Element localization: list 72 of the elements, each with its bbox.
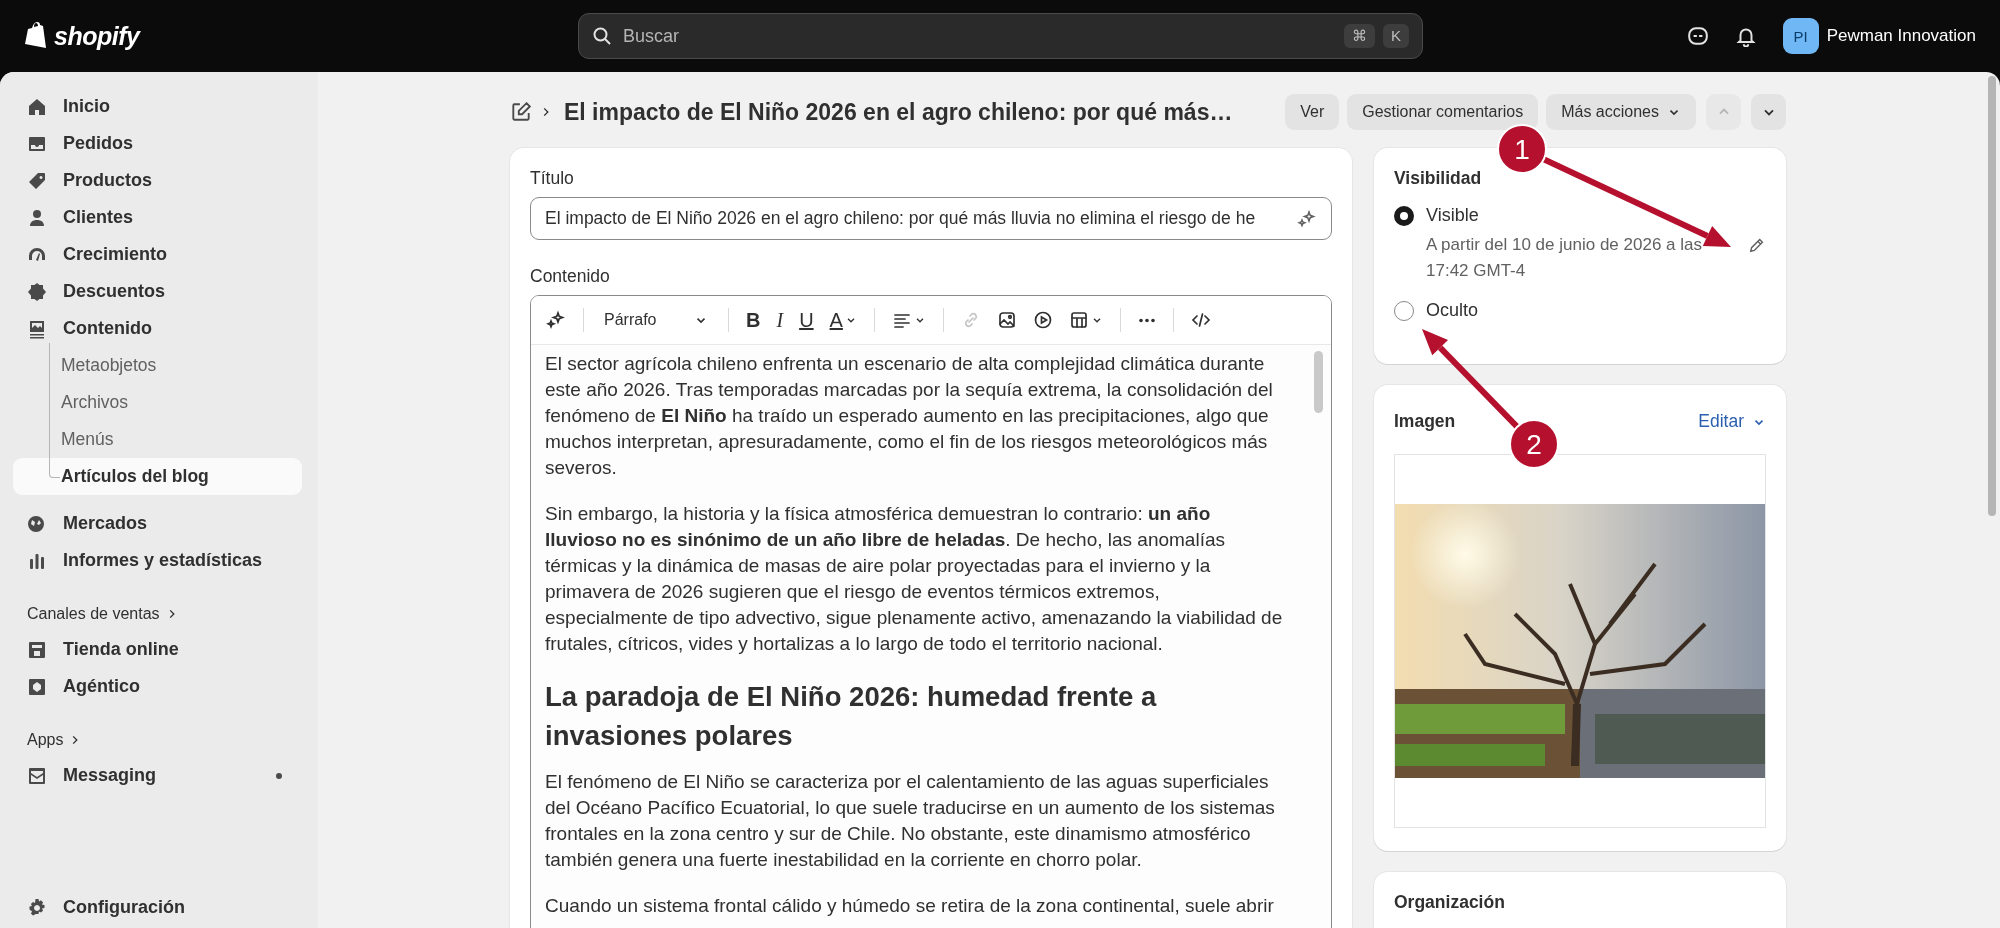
image-frame-icon (27, 318, 47, 339)
more-icon (1137, 317, 1156, 323)
gear-icon (27, 897, 47, 918)
card-title: Imagen (1394, 411, 1456, 432)
sidebar-item[interactable]: Agéntico (13, 668, 302, 705)
store-name[interactable]: Pewman Innovation (1826, 26, 1976, 46)
person-icon (27, 207, 47, 228)
header-button[interactable]: Más acciones (1546, 94, 1696, 130)
sidebar-subitem[interactable]: Menús (13, 421, 302, 458)
radio-label[interactable]: Oculto (1426, 300, 1479, 321)
header-button[interactable]: Gestionar comentarios (1347, 94, 1539, 130)
sidebar-item[interactable]: Tienda online (13, 631, 302, 668)
content-heading: La paradoja de El Niño 2026: humedad frente a invasiones polares (545, 680, 1158, 753)
radio-label[interactable]: Visible (1426, 205, 1479, 226)
code-icon (1190, 310, 1211, 330)
content-paragraph: El sector agrícola chileno enfrenta un escenario de alta complejidad climática durante este año 2026. Tras temporadas marcadas por la sequía extrema, la consolidación del fenómeno de El Niño ha traído un esperado aumento en las precipitaciones, algo que muchos interpretan, apresuradamente, como el fin de los riesgos meteorológicos más severos. (545, 352, 1274, 480)
title-field[interactable]: El impacto de El Niño 2026 en el agro chileno: por qué más lluvia no elimina el riesgo de he (530, 197, 1332, 240)
scrollbar[interactable] (1314, 351, 1323, 413)
schedule-text: A partir del 10 de junio de 2026 a las 17:42 GMT-4 (1426, 234, 1703, 282)
sidebar-subitem[interactable]: Archivos (13, 384, 302, 421)
paragraph-style-select[interactable]: Párrafo (596, 304, 716, 336)
sidebar-item[interactable]: Productos (13, 162, 302, 199)
storefront-icon (27, 639, 47, 660)
sidebar-item[interactable]: Configuración (13, 889, 302, 926)
content-paragraph: Cuando un sistema frontal cálido y húmedo se retira de la zona continental, suele abrir (545, 894, 1275, 918)
image-icon (996, 310, 1017, 330)
node-icon (27, 676, 47, 697)
italic-format-button[interactable]: I (771, 304, 789, 336)
shopping-bag-icon (24, 22, 48, 50)
underline-format-button[interactable]: U (794, 304, 819, 336)
sparkle-icon (1297, 208, 1317, 229)
content-paragraph: Sin embargo, la historia y la física atmosférica demuestran lo contrario: un año lluvioso no es sinónimo de un año libre de heladas. De hecho, las anomalías térmicas y la dinámica de masas de aire polar proyectadas para el invierno y la primavera de 2026 sugieren que el riesgo de eventos térmicos extremos, especialmente de tipo advectivo, sigue plenamente activo, amenazando la viabilidad de frutales, cítricos, vides y hortalizas a lo largo de todo el territorio nacional. (545, 502, 1284, 656)
tag-icon (27, 170, 47, 191)
page-title: El impacto de El Niño 2026 en el agro chileno: por qué más… (564, 98, 1233, 126)
sidebar-subitem[interactable]: Metaobjetos (13, 347, 302, 384)
search-icon (592, 26, 612, 46)
home-icon (27, 96, 47, 117)
edit-link[interactable]: Editar (1698, 411, 1766, 432)
field-label: Título (530, 168, 575, 189)
envelope-icon (27, 765, 47, 786)
callout-badge: 2 (1509, 419, 1559, 469)
sidebar-item[interactable]: Contenido (13, 310, 302, 347)
content-paragraph: El fenómeno de El Niño se caracteriza por el calentamiento de las aguas superficiales del Océano Pacífico Ecuatorial, lo que suele traducirse en un aumento de los sistemas frontales en la zona centro y sur de Chile. No obstante, este dinamismo atmosférico también genera una fuerte inestabilidad en la corriente en chorro polar. (545, 770, 1276, 872)
edit-page-icon (510, 101, 532, 123)
avatar[interactable]: PI (1782, 18, 1819, 54)
scrollbar[interactable] (1988, 76, 1996, 516)
header-button[interactable]: Ver (1285, 94, 1340, 130)
sidebar-subitem[interactable]: Artículos del blog (13, 458, 302, 495)
pencil-icon[interactable] (1748, 236, 1766, 254)
card-title: Visibilidad (1394, 168, 1483, 189)
table-icon (1068, 310, 1089, 330)
radio-button[interactable] (1394, 205, 1414, 226)
sidebar-item[interactable]: Crecimiento (13, 236, 302, 273)
rich-text-editor[interactable] (530, 295, 1332, 928)
play-icon (1032, 310, 1053, 330)
sidebar-section-title[interactable]: Apps (13, 723, 302, 757)
color-format-button[interactable]: A (824, 304, 862, 336)
sidebar-item[interactable]: Informes y estadísticas (13, 542, 302, 579)
sidebar-item[interactable]: Descuentos (13, 273, 302, 310)
logo-text: shopify (54, 21, 140, 51)
sidebar-item[interactable]: Mercados (13, 505, 302, 542)
sidebar-section-title[interactable]: Canales de ventas (13, 597, 302, 631)
callout-badge: 1 (1497, 124, 1547, 174)
sidebar-item[interactable]: Inicio (13, 88, 302, 125)
sparkle-icon (546, 310, 566, 330)
bold-format-button[interactable]: B (741, 304, 766, 336)
sidebar-item[interactable]: Messaging (13, 757, 302, 794)
sidebar-item[interactable]: Clientes (13, 199, 302, 236)
field-label: Contenido (530, 266, 611, 287)
sidebar-item[interactable]: Pedidos (13, 125, 302, 162)
shortcut-key: ⌘ (1344, 24, 1375, 48)
card-title: Organización (1394, 892, 1506, 913)
